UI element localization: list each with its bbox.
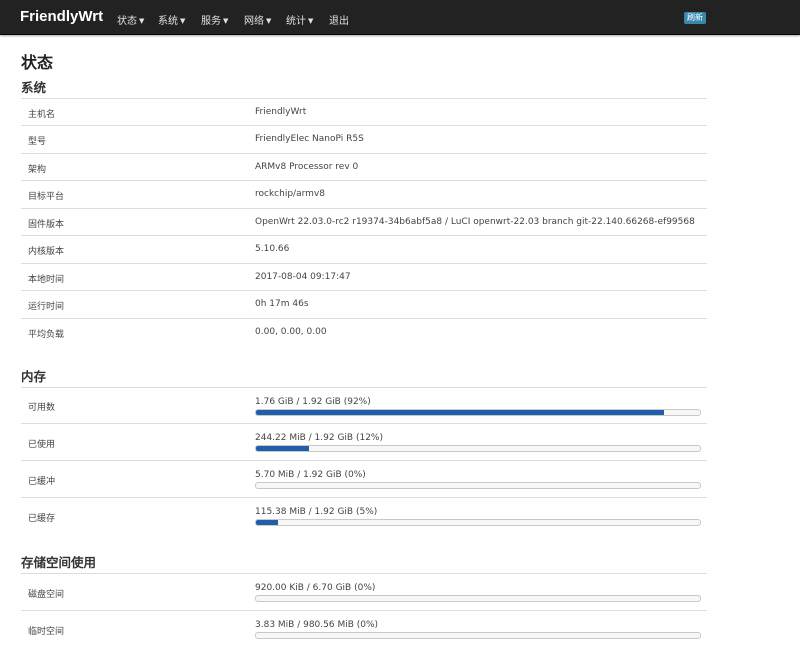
- table-row: 平均负载 0.00, 0.00, 0.00: [21, 318, 707, 346]
- row-label: 已缓存: [28, 514, 56, 524]
- table-row: 磁盘空间 920.00 KiB / 6.70 GiB (0%): [21, 573, 707, 611]
- progress-fill: [256, 446, 310, 451]
- menu-system[interactable]: 系统 ▼: [158, 12, 185, 27]
- table-row: 运行时间 0h 17m 46s: [21, 290, 707, 319]
- row-value: 920.00 KiB / 6.70 GiB (0%): [255, 583, 376, 593]
- row-value: 0h 17m 46s: [255, 299, 309, 309]
- table-row: 固件版本 OpenWrt 22.03.0-rc2 r19374-34b6abf5…: [21, 208, 707, 236]
- page-title: 状态: [21, 53, 54, 72]
- row-label: 固件版本: [28, 220, 65, 230]
- table-row: 本地时间 2017-08-04 09:17:47: [21, 263, 707, 291]
- row-label: 主机名: [28, 110, 56, 120]
- section-title-storage: 存储空间使用: [21, 555, 97, 570]
- progress-bar: [255, 482, 701, 489]
- menu-services[interactable]: 服务 ▼: [201, 12, 228, 27]
- table-row: 主机名 FriendlyWrt: [21, 98, 707, 126]
- top-navbar: FriendlyWrt 状态 ▼ 系统 ▼ 服务 ▼ 网络 ▼ 统计 ▼ 退出 刷新: [0, 0, 800, 35]
- row-value: ARMv8 Processor rev 0: [255, 162, 359, 172]
- progress-bar: [255, 632, 701, 639]
- section-title-memory: 内存: [21, 369, 47, 384]
- table-row: 可用数 1.76 GiB / 1.92 GiB (92%): [21, 387, 707, 424]
- row-label: 型号: [28, 137, 47, 147]
- refresh-button[interactable]: 刷新: [684, 12, 706, 24]
- row-label: 平均负载: [28, 330, 65, 340]
- row-value: 1.76 GiB / 1.92 GiB (92%): [255, 397, 371, 407]
- row-value: OpenWrt 22.03.0-rc2 r19374-34b6abf5a8 / …: [255, 217, 695, 227]
- row-value: rockchip/armv8: [255, 189, 325, 199]
- row-value: 244.22 MiB / 1.92 GiB (12%): [255, 433, 383, 443]
- caret-down-icon: ▼: [308, 17, 314, 25]
- menu-status[interactable]: 状态 ▼: [117, 12, 144, 27]
- row-label: 已缓冲: [28, 477, 56, 487]
- caret-down-icon: ▼: [139, 17, 145, 25]
- table-row: 型号 FriendlyElec NanoPi R5S: [21, 125, 707, 154]
- table-row: 已缓冲 5.70 MiB / 1.92 GiB (0%): [21, 460, 707, 498]
- row-value: 5.70 MiB / 1.92 GiB (0%): [255, 470, 366, 480]
- row-label: 可用数: [28, 403, 56, 413]
- table-row: 临时空间 3.83 MiB / 980.56 MiB (0%): [21, 610, 707, 648]
- menu-logout[interactable]: 退出: [329, 12, 349, 27]
- table-row: 已使用 244.22 MiB / 1.92 GiB (12%): [21, 423, 707, 461]
- row-value: 5.10.66: [255, 244, 290, 254]
- row-value: FriendlyWrt: [255, 107, 307, 117]
- table-row: 目标平台 rockchip/armv8: [21, 180, 707, 209]
- brand-logo[interactable]: FriendlyWrt: [20, 8, 103, 25]
- row-label: 临时空间: [28, 627, 65, 637]
- progress-bar: [255, 595, 701, 602]
- row-label: 已使用: [28, 440, 56, 450]
- row-value: 3.83 MiB / 980.56 MiB (0%): [255, 620, 379, 630]
- row-label: 目标平台: [28, 192, 65, 202]
- row-value: 2017-08-04 09:17:47: [255, 272, 351, 282]
- row-label: 架构: [28, 165, 47, 175]
- caret-down-icon: ▼: [180, 17, 186, 25]
- progress-bar: [255, 409, 701, 416]
- row-label: 内核版本: [28, 247, 65, 257]
- row-label: 磁盘空间: [28, 590, 65, 600]
- table-row: 已缓存 115.38 MiB / 1.92 GiB (5%): [21, 497, 707, 535]
- progress-fill: [256, 520, 279, 525]
- row-value: FriendlyElec NanoPi R5S: [255, 134, 364, 144]
- progress-bar: [255, 445, 701, 452]
- menu-statistics[interactable]: 统计 ▼: [286, 12, 313, 27]
- row-value: 0.00, 0.00, 0.00: [255, 327, 327, 337]
- caret-down-icon: ▼: [266, 17, 272, 25]
- menu-network[interactable]: 网络 ▼: [244, 12, 271, 27]
- caret-down-icon: ▼: [223, 17, 229, 25]
- progress-bar: [255, 519, 701, 526]
- row-label: 运行时间: [28, 302, 65, 312]
- progress-fill: [256, 410, 665, 415]
- table-row: 架构 ARMv8 Processor rev 0: [21, 153, 707, 181]
- row-value: 115.38 MiB / 1.92 GiB (5%): [255, 507, 378, 517]
- section-title-system: 系统: [21, 80, 47, 95]
- row-label: 本地时间: [28, 275, 65, 285]
- table-row: 内核版本 5.10.66: [21, 235, 707, 264]
